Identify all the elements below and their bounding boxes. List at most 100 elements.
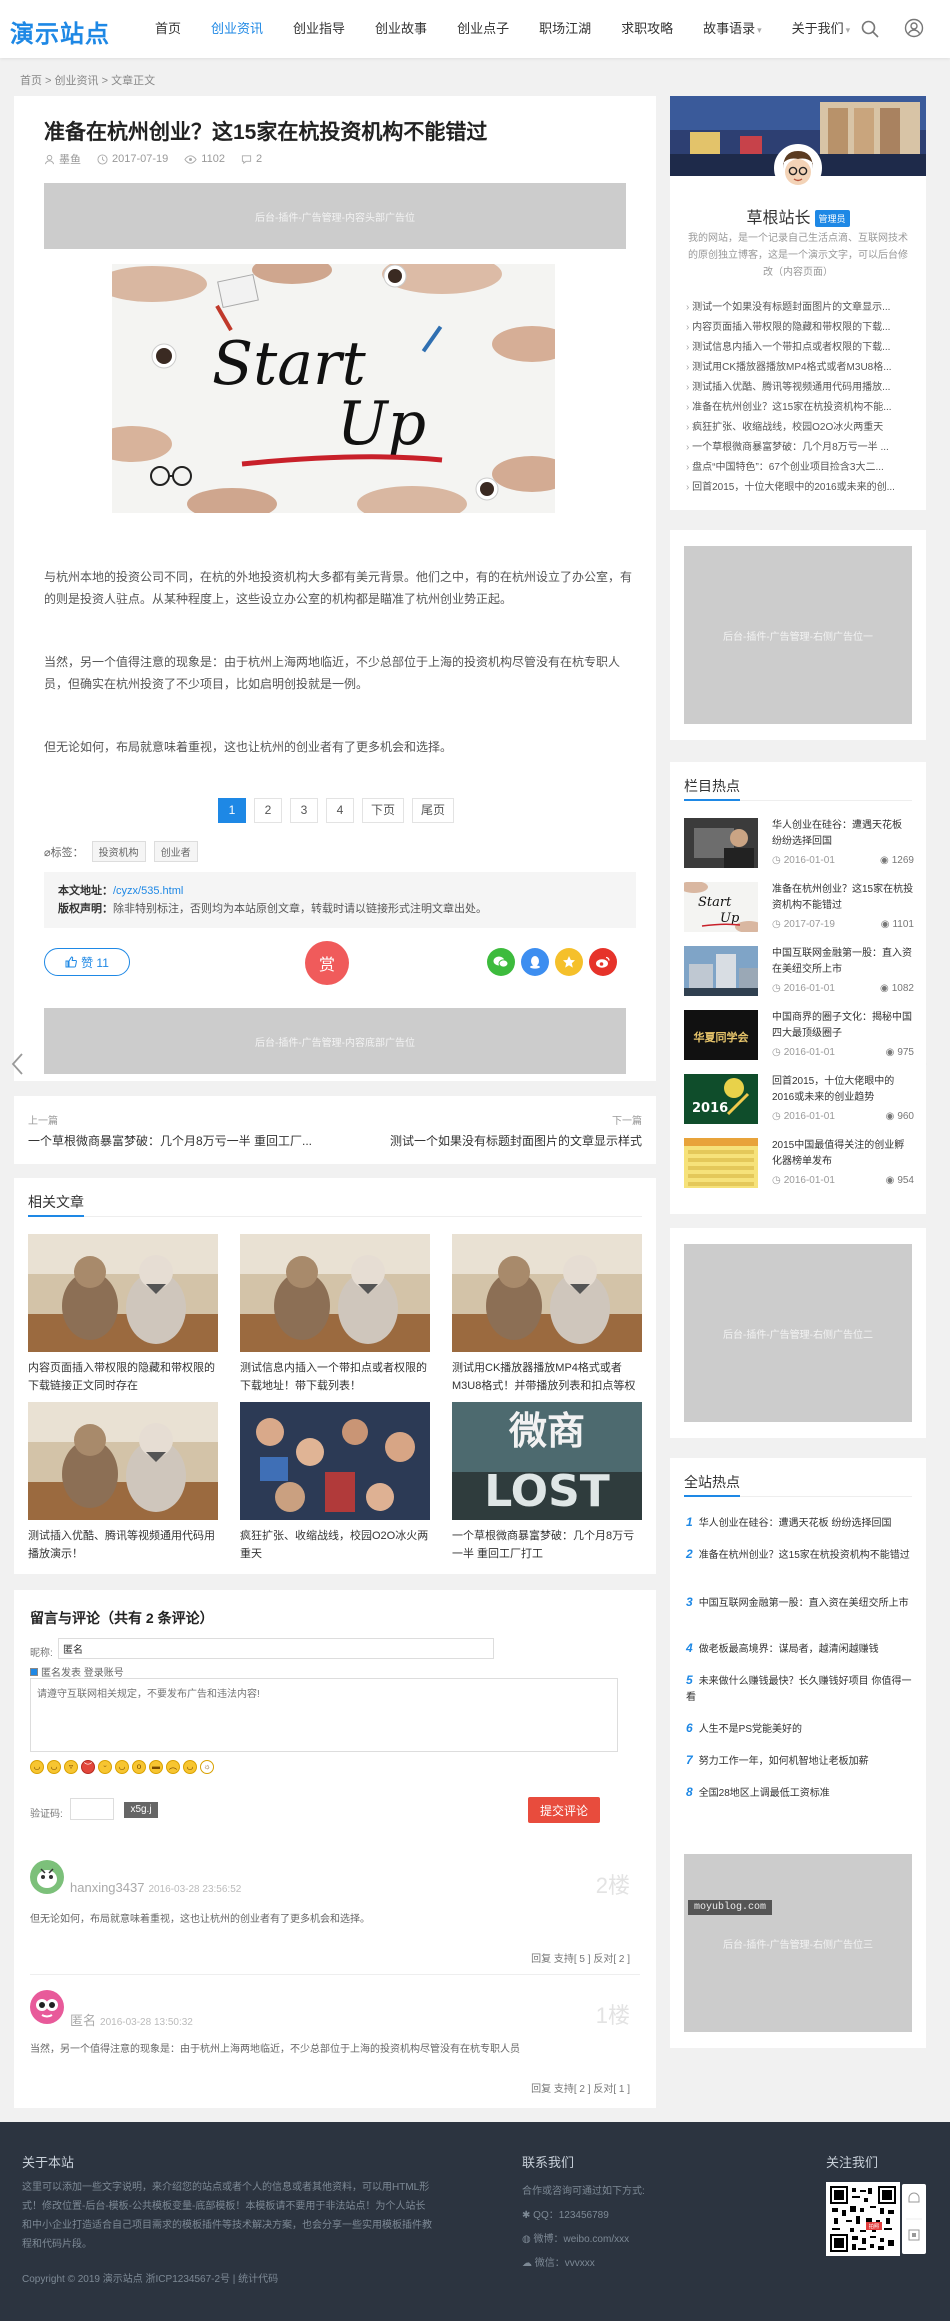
emoji-laugh-icon[interactable]: ◡ <box>47 1760 61 1774</box>
nav-news[interactable]: 创业资讯 <box>196 0 278 58</box>
clock-icon: ◷ <box>772 1047 781 1058</box>
hot-rank-item[interactable]: 6 人生不是PS党能美好的 <box>686 1720 912 1738</box>
qq-share-icon[interactable] <box>521 948 549 976</box>
hot-item[interactable]: 中国互联网金融第一股：直入资在美纽交所上市 ◷ 2016-01-01 ◉ 1082 <box>684 946 914 1000</box>
wechat-share-icon[interactable] <box>487 948 515 976</box>
nav-home[interactable]: 首页 <box>140 0 196 58</box>
emoji-sun-icon[interactable]: ☼ <box>200 1760 214 1774</box>
recent-item[interactable]: 测试信息内插入一个带扣点或者权限的下载... <box>686 338 910 358</box>
page-4[interactable]: 4 <box>326 798 354 823</box>
hot-date-text: 2017-07-19 <box>783 919 835 930</box>
nav-guide[interactable]: 创业指导 <box>278 0 360 58</box>
ad-bottom[interactable]: 后台-插件-广告管理-内容底部广告位 <box>44 1008 626 1074</box>
ad-right-3[interactable]: 后台-插件-广告管理-右侧广告位三 <box>684 1854 912 2032</box>
article-url[interactable]: /cyzx/535.html <box>113 885 183 897</box>
meta-comments[interactable]: 2 <box>241 153 262 165</box>
nav-stories[interactable]: 创业故事 <box>360 0 442 58</box>
ad-right-2[interactable]: 后台-插件-广告管理-右侧广告位二 <box>684 1244 912 1422</box>
article-card: 准备在杭州创业？这15家在杭投资机构不能错过 墨鱼 2017-07-19 110… <box>14 96 656 1081</box>
emoji-surprise-icon[interactable]: o <box>132 1760 146 1774</box>
hot-rank-item[interactable]: 3 中国互联网金融第一股：直入资在美纽交所上市 <box>686 1594 912 1612</box>
nav-about[interactable]: 关于我们 ▾ <box>777 0 866 58</box>
tag-item[interactable]: 投资机构 <box>91 841 146 862</box>
nav-ideas[interactable]: 创业点子 <box>442 0 524 58</box>
qzone-share-icon[interactable] <box>555 948 583 976</box>
hot-item[interactable]: Start Up 准备在杭州创业？这15家在杭投资机构不能错过 ◷ 2017-07-… <box>684 882 914 936</box>
hot-views: ◉ 975 <box>886 1047 914 1058</box>
comment-count: 2 <box>255 153 263 165</box>
arrow-left-icon[interactable] <box>10 1052 24 1076</box>
recent-item[interactable]: 准备在杭州创业？这15家在杭投资机构不能... <box>686 398 910 418</box>
avatar[interactable] <box>774 144 822 192</box>
column-hot: 栏目热点 华人创业在硅谷：遭遇天花板 纷纷选择回国 ◷ 2016-01-01 ◉ 1… <box>670 762 926 1214</box>
page-last[interactable]: 尾页 <box>412 798 455 823</box>
hot-rank-item[interactable]: 7 努力工作一年，如何机智地让老板加薪 <box>686 1752 912 1770</box>
site-hot: 全站热点 1 华人创业在硅谷：遭遇天花板 纷纷选择回国 2 准备在杭州创业？这15家… <box>670 1458 926 1838</box>
nickname-input[interactable] <box>58 1638 494 1659</box>
related-item[interactable]: 内容页面插入带权限的隐藏和带权限的下载链接正文同时存在 <box>28 1234 218 1395</box>
captcha-image[interactable]: x5g.j <box>124 1802 158 1818</box>
emoji-wink-icon[interactable]: ◡ <box>115 1760 129 1774</box>
like-button[interactable]: 赞 11 <box>44 948 130 976</box>
tag-item[interactable]: 创业者 <box>153 841 198 862</box>
comment-actions[interactable]: 回复 支持[ 2 ] 反对[ 1 ] <box>531 2080 630 2095</box>
nav-jobs[interactable]: 求职攻略 <box>606 0 688 58</box>
recent-item[interactable]: 盘点“中国特色”：67个创业项目捡含3大二... <box>686 458 910 478</box>
nav-workplace[interactable]: 职场江湖 <box>524 0 606 58</box>
ad-top[interactable]: 后台-插件-广告管理-内容头部广告位 <box>44 183 626 249</box>
emoji-smile-icon[interactable]: ◡ <box>30 1760 44 1774</box>
breadcrumb[interactable]: 首页 > 创业资讯 > 文章正文 <box>20 72 155 88</box>
emoji-angry-icon[interactable]: ︶ <box>81 1760 95 1774</box>
recent-item[interactable]: 测试一个如果没有标题封面图片的文章显示... <box>686 298 910 318</box>
site-logo[interactable]: 演示站点 <box>10 14 110 49</box>
hot-rank-item[interactable]: 4 做老板最高境界：谋局者，越清闲越赚钱 <box>686 1640 912 1658</box>
recent-item[interactable]: 疯狂扩张、收缩战线，校园O2O冰火两重天 <box>686 418 910 438</box>
hot-item[interactable]: 华夏同学会 中国商界的圈子文化：揭秘中国四大最顶级圈子 ◷ 2016-01-01 … <box>684 1010 914 1064</box>
hot-item[interactable]: 2016 回首2015，十位大佬眼中的2016或未来的创业趋势 ◷ 2016-01… <box>684 1074 914 1128</box>
prev-article-link[interactable]: 一个草根微商暴富梦破：几个月8万亏一半 重回工厂... <box>28 1132 312 1149</box>
related-item[interactable]: 测试用CK播放器播放MP4格式或者M3U8格式！并带播放列表和扣点等权限！ <box>452 1234 642 1395</box>
recent-item[interactable]: 回首2015，十位大佬眼中的2016或未来的创... <box>686 478 910 498</box>
comment-actions[interactable]: 回复 支持[ 5 ] 反对[ 2 ] <box>531 1950 630 1965</box>
page-3[interactable]: 3 <box>290 798 318 823</box>
page-1[interactable]: 1 <box>218 798 246 823</box>
user-icon[interactable] <box>904 18 924 38</box>
hot-rank-item[interactable]: 1 华人创业在硅谷：遭遇天花板 纷纷选择回国 <box>686 1514 912 1532</box>
hot-rank-item[interactable]: 8 全国28地区上调最低工资标准 <box>686 1784 912 1802</box>
hot-date: ◷ 2017-07-19 <box>772 919 835 930</box>
related-item[interactable]: 疯狂扩张、收缩战线，校园O2O冰火两重天 <box>240 1402 430 1563</box>
anonymous-checkbox[interactable]: 匿名发表 登录账号 <box>30 1664 124 1679</box>
main-nav: 首页 创业资讯 创业指导 创业故事 创业点子 职场江湖 求职攻略 故事语录 ▾ 关… <box>140 0 865 58</box>
weibo-share-icon[interactable] <box>589 948 617 976</box>
emoji-grin-icon[interactable]: ▿ <box>64 1760 78 1774</box>
page-next[interactable]: 下页 <box>362 798 405 823</box>
site-header: 演示站点 首页 创业资讯 创业指导 创业故事 创业点子 职场江湖 求职攻略 故事… <box>0 0 950 58</box>
recent-item[interactable]: 测试用CK播放器播放MP4格式或者M3U8格... <box>686 358 910 378</box>
captcha-input[interactable] <box>70 1798 114 1820</box>
emoji-shy-icon[interactable]: ◡ <box>183 1760 197 1774</box>
related-item[interactable]: 测试信息内插入一个带扣点或者权限的下载地址！带下载列表！ <box>240 1234 430 1395</box>
hot-item[interactable]: 华人创业在硅谷：遭遇天花板 纷纷选择回国 ◷ 2016-01-01 ◉ 1269 <box>684 818 914 872</box>
next-article-link[interactable]: 测试一个如果没有标题封面图片的文章显示样式 <box>390 1132 642 1149</box>
related-item[interactable]: 微商 LOST 一个草根微商暴富梦破：几个月8万亏一半 重回工厂打工 <box>452 1402 642 1563</box>
nav-quotes[interactable]: 故事语录 ▾ <box>688 0 777 58</box>
recent-item[interactable]: 测试插入优酷、腾讯等视频通用代码用播放... <box>686 378 910 398</box>
recent-item[interactable]: 一个草根微商暴富梦破：几个月8万亏一半 ... <box>686 438 910 458</box>
search-icon[interactable] <box>860 19 880 39</box>
submit-comment-button[interactable]: 提交评论 <box>528 1797 600 1823</box>
comment-textarea[interactable] <box>30 1678 618 1752</box>
meta-author[interactable]: 墨鱼 <box>44 151 81 167</box>
ad-right-1[interactable]: 后台-插件-广告管理-右侧广告位一 <box>684 546 912 724</box>
recent-item[interactable]: 内容页面插入带权限的隐藏和带权限的下载... <box>686 318 910 338</box>
emoji-tongue-icon[interactable]: ᵕ <box>98 1760 112 1774</box>
hot-rank-item[interactable]: 5 未来做什么赚钱最快？长久赚钱好项目 你值得一看 <box>686 1672 912 1706</box>
related-item[interactable]: 测试插入优酷、腾讯等视频通用代码用播放演示！ <box>28 1402 218 1563</box>
emoji-cool-icon[interactable]: ▬ <box>149 1760 163 1774</box>
hot-item[interactable]: 2015中国最值得关注的创业孵化器榜单发布 ◷ 2016-01-01 ◉ 954 <box>684 1138 914 1192</box>
emoji-cry-icon[interactable]: ︵ <box>166 1760 180 1774</box>
reward-button[interactable]: 赏 <box>305 941 349 985</box>
hot-views-text: 954 <box>897 1175 914 1186</box>
page-2[interactable]: 2 <box>254 798 282 823</box>
footer-copyright[interactable]: Copyright © 2019 演示站点 浙ICP1234567-2号 | 统… <box>22 2270 278 2285</box>
hot-rank-item[interactable]: 2 准备在杭州创业？这15家在杭投资机构不能错过 <box>686 1546 912 1564</box>
